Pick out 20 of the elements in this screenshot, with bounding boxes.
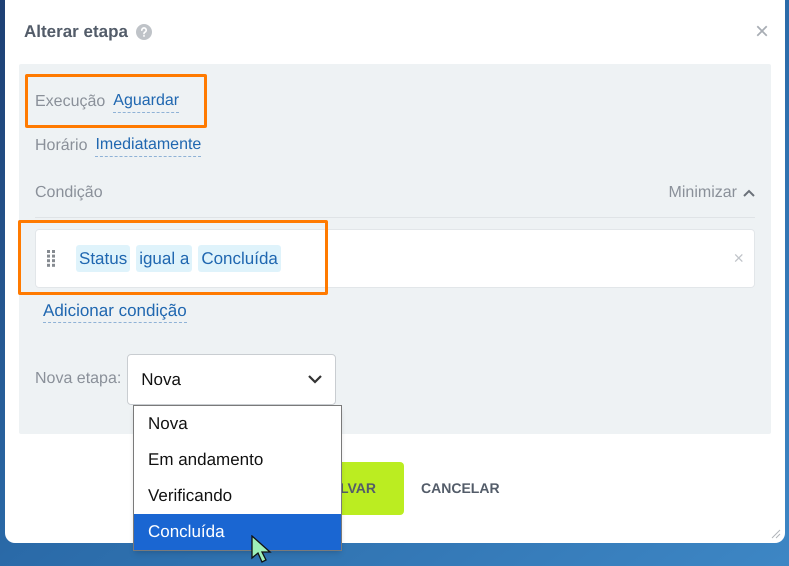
help-icon[interactable] bbox=[136, 24, 152, 40]
stage-select[interactable]: Nova bbox=[127, 354, 336, 405]
field-link[interactable]: Aguardar bbox=[113, 90, 180, 114]
dropdown-option[interactable]: Nova bbox=[134, 406, 341, 442]
resize-grip-icon[interactable] bbox=[771, 529, 781, 539]
condition-chip[interactable]: Concluída bbox=[198, 244, 281, 272]
dialog-title: Alterar etapa bbox=[24, 21, 128, 44]
condition-chip[interactable]: Status bbox=[76, 244, 130, 272]
field-label: Horário bbox=[35, 136, 88, 156]
condition-chip[interactable]: igual a bbox=[136, 244, 192, 272]
field-link[interactable]: Imediatamente bbox=[95, 134, 202, 158]
dropdown-option[interactable]: Concluída bbox=[134, 514, 341, 550]
section-title: Condição bbox=[35, 183, 103, 204]
field-label: Execução bbox=[35, 92, 106, 112]
add-condition-link[interactable]: Adicionar condição bbox=[43, 300, 187, 324]
minimize-button[interactable]: Minimizar bbox=[668, 181, 755, 206]
field-label: Nova etapa: bbox=[35, 369, 122, 390]
cancel-button[interactable]: CANCELAR bbox=[421, 478, 500, 500]
drag-handle-icon[interactable] bbox=[46, 249, 56, 268]
cursor-icon bbox=[251, 535, 273, 563]
